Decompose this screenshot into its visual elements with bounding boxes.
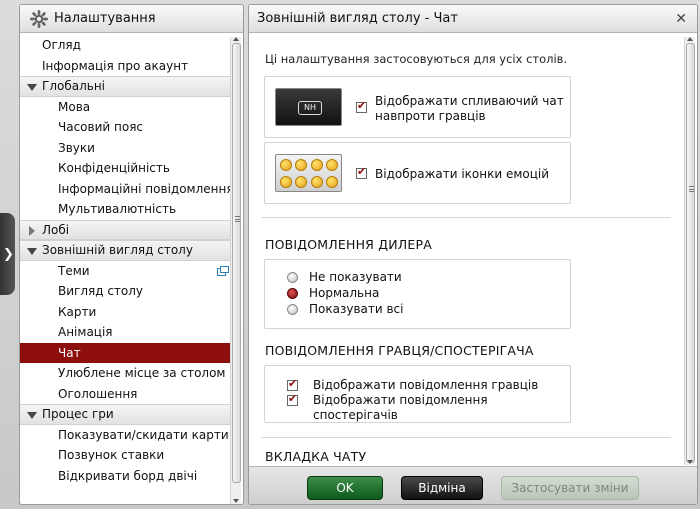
collapse-sidebar-handle[interactable]: ❯ (0, 213, 15, 295)
settings-sidebar: Налаштування Огляд Інформація про акаунт… (19, 4, 244, 505)
popup-chat-label-2: навпроти гравців (375, 109, 486, 123)
smiley-icon (326, 176, 338, 188)
content-area: Ці налаштування застосовуються для усіх … (249, 35, 685, 465)
tree-section-lobby[interactable]: Лобі (20, 219, 231, 240)
tree-item-cards[interactable]: Карти (20, 302, 231, 323)
dealer-option-all: Показувати всі (309, 302, 404, 316)
popup-chat-label-1: Відображати спливаючий чат (375, 94, 564, 108)
divider (261, 217, 671, 218)
dealer-radio-all[interactable] (287, 304, 298, 315)
content-scroll-thumb[interactable] (686, 43, 695, 463)
scroll-up-icon[interactable] (233, 37, 239, 41)
scroll-down-icon[interactable] (687, 460, 693, 464)
dealer-messages-title: ПОВІДОМЛЕННЯ ДИЛЕРА (265, 237, 432, 252)
dealer-messages-box: Не показувати Нормальна Показувати всі (264, 259, 571, 329)
smiley-icon (311, 159, 323, 171)
sidebar-title: Налаштування (54, 11, 156, 26)
tree-section-table-appearance[interactable]: Зовнішній вигляд столу (20, 240, 231, 261)
smiley-icon (280, 159, 292, 171)
player-messages-box: Відображати повідомлення гравців Відобра… (264, 365, 571, 423)
popup-chat-option: NH Відображати спливаючий чат навпроти г… (264, 76, 571, 138)
show-observer-messages-checkbox[interactable] (287, 392, 298, 406)
tree-item-animation[interactable]: Анімація (20, 322, 231, 343)
external-window-icon (217, 265, 229, 276)
grip-icon (689, 186, 694, 192)
triangle-down-icon (27, 412, 37, 419)
sidebar-scrollbar[interactable] (230, 37, 241, 504)
smiley-icon (295, 159, 307, 171)
tree-item-themes[interactable]: Теми (20, 261, 231, 282)
gear-icon (30, 9, 48, 28)
popup-chat-checkbox[interactable] (356, 99, 367, 113)
tree-item-privacy[interactable]: Конфіденційність (20, 158, 231, 179)
smiley-icon (326, 159, 338, 171)
apply-changes-button[interactable]: Застосувати зміни (501, 476, 639, 500)
show-player-messages-checkbox[interactable] (287, 377, 298, 391)
tree-item-multicurrency[interactable]: Мультивалютність (20, 199, 231, 220)
content-header: Зовнішній вигляд столу - Чат ✕ (249, 5, 697, 33)
tree-item-run-twice[interactable]: Відкривати борд двічі (20, 466, 231, 487)
tree-item-timezone[interactable]: Часовий пояс (20, 117, 231, 138)
tree-item-info-messages[interactable]: Інформаційні повідомлення (20, 179, 234, 200)
chat-tab-title: ВКЛАДКА ЧАТУ (265, 449, 367, 464)
tree-section-gameplay[interactable]: Процес гри (20, 404, 231, 425)
tree-item-chat[interactable]: Чат (20, 342, 231, 363)
grip-icon (235, 216, 240, 222)
dealer-option-none: Не показувати (309, 270, 402, 284)
tree-section-global[interactable]: Глобальні (20, 76, 231, 97)
settings-content-panel: Зовнішній вигляд столу - Чат ✕ Ці налашт… (248, 4, 698, 505)
settings-tree: Огляд Інформація про акаунт Глобальні Мо… (20, 35, 234, 487)
sidebar-scroll-thumb[interactable] (232, 43, 241, 483)
tree-item-bet-slider[interactable]: Позвунок ставки (20, 445, 231, 466)
smiley-icon (311, 176, 323, 188)
scroll-down-icon[interactable] (233, 499, 239, 503)
tree-item-table-view[interactable]: Вигляд столу (20, 281, 231, 302)
settings-notice: Ці налаштування застосовуються для усіх … (265, 52, 568, 66)
dealer-radio-none[interactable] (287, 272, 298, 283)
popup-chat-preview: NH (275, 88, 342, 126)
show-player-messages-label: Відображати повідомлення гравців (313, 378, 539, 392)
triangle-down-icon (27, 84, 37, 91)
player-messages-title: ПОВІДОМЛЕННЯ ГРАВЦЯ/СПОСТЕРІГАЧА (265, 343, 534, 358)
tree-item-show-muck-cards[interactable]: Показувати/скидати карти (20, 425, 231, 446)
sidebar-header: Налаштування (20, 5, 243, 33)
emotion-icons-checkbox[interactable] (356, 165, 367, 179)
tree-item-language[interactable]: Мова (20, 97, 231, 118)
dealer-option-normal: Нормальна (309, 286, 380, 300)
cancel-button[interactable]: Відміна (401, 476, 483, 500)
emotion-icons-option: Відображати іконки емоцій (264, 142, 571, 204)
smiley-icon (295, 176, 307, 188)
emotion-icons-label: Відображати іконки емоцій (375, 167, 550, 181)
settings-window: ❯ Налаштування Огляд Інформація про акау… (0, 0, 700, 509)
show-observer-messages-label: Відображати повідомлення спостерігачів (313, 393, 488, 422)
ok-button[interactable]: OK (307, 476, 383, 500)
tree-item-favorite-seat[interactable]: Улюблене місце за столом (20, 363, 231, 384)
emotion-icons-preview (275, 154, 342, 192)
chevron-right-icon: ❯ (3, 247, 14, 262)
triangle-right-icon (29, 225, 35, 236)
divider (261, 437, 671, 438)
nh-badge: NH (298, 101, 322, 115)
content-title: Зовнішній вигляд столу - Чат (257, 11, 458, 26)
content-scrollbar[interactable] (684, 37, 695, 465)
dealer-radio-normal[interactable] (287, 288, 298, 299)
tree-item-sounds[interactable]: Звуки (20, 138, 231, 159)
scroll-up-icon[interactable] (687, 37, 693, 41)
close-icon[interactable]: ✕ (675, 11, 687, 27)
tree-item-account-info[interactable]: Інформація про акаунт (20, 56, 231, 77)
dialog-footer: OK Відміна Застосувати зміни (249, 466, 697, 504)
tree-item-announcements[interactable]: Оголошення (20, 384, 231, 405)
tree-item-overview[interactable]: Огляд (20, 35, 231, 56)
smiley-icon (280, 176, 292, 188)
triangle-down-icon (27, 248, 37, 255)
